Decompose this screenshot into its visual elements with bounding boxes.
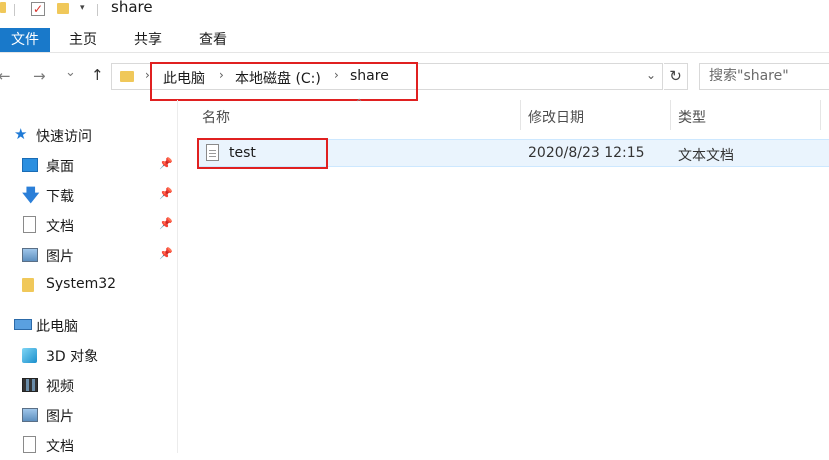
file-modified: 2020/8/23 12:15 (528, 145, 645, 161)
column-divider[interactable] (670, 100, 671, 130)
column-divider[interactable] (820, 100, 821, 130)
breadcrumb-this-pc[interactable]: 此电脑 (163, 68, 205, 88)
sidebar-item-3d-objects[interactable]: 3D 对象 (0, 340, 178, 370)
column-header-type[interactable]: 类型 (678, 107, 706, 127)
file-list: 名称 ⌃ 修改日期 类型 test 2020/8/23 12:15 文本文档 (179, 98, 829, 453)
title-bar: ✓ ▾ share (0, 0, 829, 22)
tab-view[interactable]: 查看 (192, 28, 234, 52)
breadcrumb-separator[interactable]: › (334, 68, 339, 82)
sidebar-item-pictures-pc[interactable]: 图片 (0, 400, 178, 430)
sidebar-item-label: 文档 (46, 439, 74, 455)
pin-icon[interactable]: 📌 (159, 217, 173, 230)
file-row[interactable]: test 2020/8/23 12:15 文本文档 (197, 139, 829, 167)
sidebar-item-label: 下载 (46, 189, 74, 205)
sidebar-item-label: System32 (46, 276, 117, 292)
recent-locations-button[interactable]: ⌄ (65, 65, 76, 80)
toolbar-divider (97, 4, 98, 16)
text-line (209, 156, 216, 157)
star-icon: ★ (14, 125, 28, 143)
computer-icon (14, 319, 32, 330)
pictures-icon (22, 248, 38, 262)
window-title: share (111, 0, 153, 16)
sidebar-item-label: 桌面 (46, 159, 74, 175)
folder-icon (0, 2, 6, 13)
folder-icon (120, 71, 134, 82)
sidebar-item-downloads[interactable]: 🡇 下载 📌 (0, 180, 178, 210)
sidebar-item-pictures[interactable]: 图片 📌 (0, 240, 178, 270)
sidebar-item-system32[interactable]: System32 (0, 270, 178, 300)
documents-icon (23, 436, 36, 453)
up-button[interactable]: ↑ (91, 66, 104, 84)
text-line (209, 150, 216, 151)
sidebar-item-this-pc[interactable]: 此电脑 (0, 310, 178, 340)
pin-icon[interactable]: 📌 (159, 187, 173, 200)
pictures-icon (22, 408, 38, 422)
refresh-button[interactable]: ↻ (664, 63, 688, 90)
chevron-down-icon[interactable]: ⌄ (646, 68, 656, 82)
breadcrumb-separator[interactable]: › (145, 68, 150, 82)
tab-file[interactable]: 文件 (0, 28, 50, 52)
breadcrumb-local-disk[interactable]: 本地磁盘 (C:) (235, 68, 321, 88)
sidebar-item-label: 快速访问 (36, 129, 92, 145)
3d-objects-icon (22, 348, 37, 363)
pin-icon[interactable]: 📌 (159, 247, 173, 260)
address-bar[interactable]: › 此电脑 › 本地磁盘 (C:) › share ⌄ (111, 63, 663, 90)
ribbon-tabs: 文件 主页 共享 查看 (0, 28, 829, 53)
sidebar-item-documents-pc[interactable]: 文档 (0, 430, 178, 460)
back-button[interactable]: ← (0, 67, 11, 85)
sidebar-item-desktop[interactable]: 桌面 📌 (0, 150, 178, 180)
sidebar-item-label: 视频 (46, 379, 74, 395)
properties-icon[interactable]: ✓ (31, 2, 45, 16)
customize-dropdown-icon[interactable]: ▾ (80, 3, 85, 13)
desktop-icon (22, 158, 38, 172)
folder-icon (22, 278, 34, 292)
toolbar-divider (14, 4, 15, 16)
sidebar-item-label: 图片 (46, 249, 74, 265)
column-header-modified[interactable]: 修改日期 (528, 107, 584, 127)
sidebar-item-videos[interactable]: 视频 (0, 370, 178, 400)
breadcrumb-share[interactable]: share (350, 68, 389, 84)
pin-icon[interactable]: 📌 (159, 157, 173, 170)
text-file-icon (206, 144, 219, 161)
column-divider[interactable] (520, 100, 521, 130)
sidebar-item-label: 图片 (46, 409, 74, 425)
sidebar-item-quick-access[interactable]: ★ 快速访问 (0, 120, 178, 150)
videos-icon (22, 378, 38, 392)
text-line (209, 153, 216, 154)
download-icon: 🡇 (22, 186, 40, 206)
new-folder-icon[interactable] (57, 3, 69, 14)
sidebar-item-label: 此电脑 (36, 319, 78, 335)
forward-button[interactable]: → (33, 67, 46, 85)
documents-icon (23, 216, 36, 233)
refresh-icon: ↻ (669, 67, 682, 85)
tab-home[interactable]: 主页 (62, 28, 104, 52)
sidebar-item-label: 3D 对象 (46, 349, 99, 365)
sort-chevron-icon: ⌃ (355, 98, 364, 109)
navigation-pane: ★ 快速访问 桌面 📌 🡇 下载 📌 文档 📌 图片 📌 System32 此电… (0, 100, 178, 455)
file-name[interactable]: test (229, 145, 256, 161)
sidebar-item-label: 文档 (46, 219, 74, 235)
file-type: 文本文档 (678, 148, 734, 164)
column-header-name[interactable]: 名称 (202, 107, 230, 127)
sidebar-item-documents[interactable]: 文档 📌 (0, 210, 178, 240)
tab-share[interactable]: 共享 (127, 28, 169, 52)
breadcrumb-separator[interactable]: › (219, 68, 224, 82)
search-input[interactable]: 搜索"share" (699, 63, 829, 90)
